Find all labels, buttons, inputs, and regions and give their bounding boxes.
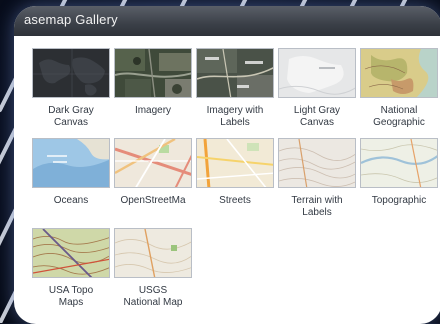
basemap-label: Imagery — [134, 105, 172, 116]
terrain-with-labels-thumbnail — [278, 138, 356, 188]
imagery-thumbnail — [114, 48, 192, 98]
usa-topo-maps-thumbnail — [32, 228, 110, 278]
basemap-gallery-panel: asemap Gallery Dark Gray Canvas Imagery … — [14, 6, 440, 324]
basemap-label: Topographic — [371, 195, 427, 206]
basemap-label: Terrain with Labels — [291, 195, 343, 218]
basemap-label: Imagery with Labels — [206, 105, 264, 128]
basemap-item-imagery[interactable]: Imagery — [110, 48, 196, 144]
basemap-item-oceans[interactable]: Oceans — [28, 138, 114, 234]
basemap-grid: Dark Gray Canvas Imagery Imagery with La… — [14, 6, 440, 324]
basemap-item-terrain-with-labels[interactable]: Terrain with Labels — [274, 138, 360, 234]
usgs-national-map-thumbnail — [114, 228, 192, 278]
oceans-thumbnail — [32, 138, 110, 188]
basemap-item-usgs-national-map[interactable]: USGS National Map — [110, 228, 196, 324]
topographic-thumbnail — [360, 138, 438, 188]
basemap-label: USA Topo Maps — [48, 285, 94, 308]
openstreetmap-thumbnail — [114, 138, 192, 188]
basemap-item-streets[interactable]: Streets — [192, 138, 278, 234]
basemap-label: Light Gray Canvas — [293, 105, 341, 128]
basemap-label: Oceans — [53, 195, 89, 206]
streets-thumbnail — [196, 138, 274, 188]
basemap-label: National Geographic — [373, 105, 425, 128]
basemap-item-national-geographic[interactable]: National Geographic — [356, 48, 440, 144]
basemap-item-topographic[interactable]: Topographic — [356, 138, 440, 234]
basemap-item-usa-topo-maps[interactable]: USA Topo Maps — [28, 228, 114, 324]
light-gray-canvas-thumbnail — [278, 48, 356, 98]
basemap-item-openstreetmap[interactable]: OpenStreetMa — [110, 138, 196, 234]
basemap-item-imagery-with-labels[interactable]: Imagery with Labels — [192, 48, 278, 144]
basemap-label: Dark Gray Canvas — [48, 105, 94, 128]
basemap-label: USGS National Map — [123, 285, 183, 308]
national-geographic-thumbnail — [360, 48, 438, 98]
imagery-with-labels-thumbnail — [196, 48, 274, 98]
basemap-item-light-gray-canvas[interactable]: Light Gray Canvas — [274, 48, 360, 144]
basemap-label: OpenStreetMa — [120, 195, 186, 206]
basemap-item-dark-gray-canvas[interactable]: Dark Gray Canvas — [28, 48, 114, 144]
dark-gray-canvas-thumbnail — [32, 48, 110, 98]
basemap-label: Streets — [219, 195, 251, 206]
